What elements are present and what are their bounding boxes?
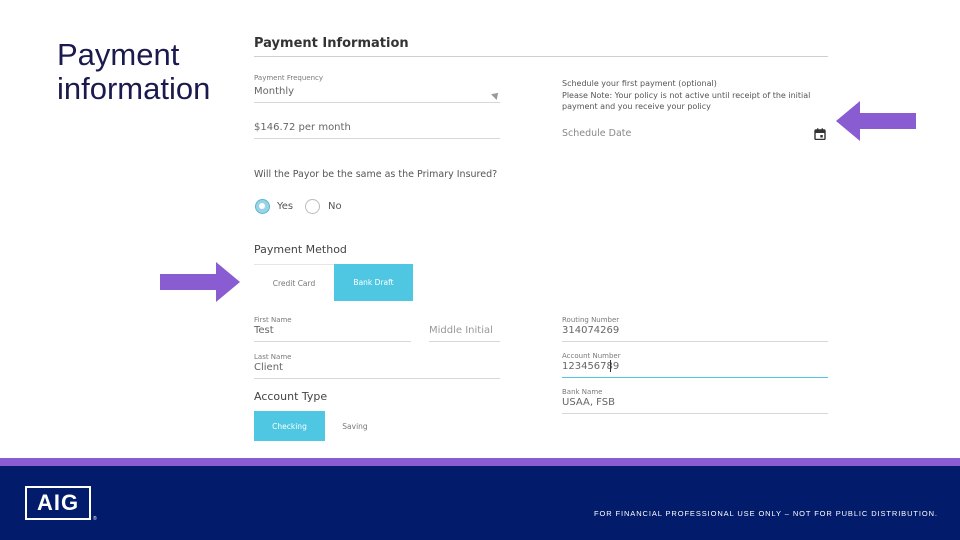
payment-method-heading: Payment Method xyxy=(254,243,347,256)
payment-form: Payment Information Payment Frequency Mo… xyxy=(254,30,828,450)
payor-yes-label: Yes xyxy=(277,201,294,212)
slide-title: Payment information xyxy=(57,37,211,106)
last-name-underline xyxy=(254,378,500,379)
payor-no-radio[interactable] xyxy=(305,199,320,214)
registered-mark: ® xyxy=(93,516,97,522)
routing-number-input[interactable]: 314074269 xyxy=(562,325,619,336)
payment-frequency-label: Payment Frequency xyxy=(254,74,324,82)
payment-frequency-select[interactable]: Monthly xyxy=(254,86,294,97)
account-number-underline xyxy=(562,377,828,378)
bank-name-underline xyxy=(562,413,828,414)
saving-tab[interactable]: Saving xyxy=(325,411,385,441)
payment-frequency-underline xyxy=(254,102,500,103)
credit-card-tab[interactable]: Credit Card xyxy=(254,264,334,301)
routing-number-underline xyxy=(562,341,828,342)
bank-name-input[interactable]: USAA, FSB xyxy=(562,397,615,408)
arrow-left-icon xyxy=(836,101,916,141)
footer-bar xyxy=(0,466,960,540)
first-name-input[interactable]: Test xyxy=(254,325,274,336)
premium-amount-underline xyxy=(254,138,500,139)
last-name-label: Last Name xyxy=(254,353,292,361)
bank-name-label: Bank Name xyxy=(562,388,603,396)
payor-yes-radio[interactable] xyxy=(255,199,270,214)
dropdown-caret-icon[interactable] xyxy=(491,90,501,100)
heading-divider xyxy=(254,56,828,57)
payor-no-label: No xyxy=(328,201,342,212)
middle-initial-input[interactable]: Middle Initial xyxy=(429,325,493,336)
first-name-underline xyxy=(254,341,411,342)
text-cursor xyxy=(610,360,611,372)
form-heading: Payment Information xyxy=(254,36,409,51)
first-name-label: First Name xyxy=(254,316,292,324)
last-name-input[interactable]: Client xyxy=(254,362,283,373)
routing-number-label: Routing Number xyxy=(562,316,620,324)
premium-amount-field: $146.72 per month xyxy=(254,122,351,133)
footer-disclaimer: FOR FINANCIAL PROFESSIONAL USE ONLY – NO… xyxy=(594,509,938,518)
aig-logo: AIG xyxy=(25,486,91,520)
account-number-label: Account Number xyxy=(562,352,621,360)
calendar-icon[interactable] xyxy=(814,128,826,140)
schedule-payment-note: Schedule your first payment (optional) P… xyxy=(562,79,811,111)
arrow-right-icon xyxy=(160,262,240,302)
middle-initial-underline xyxy=(429,341,500,342)
bank-draft-tab[interactable]: Bank Draft xyxy=(334,264,413,301)
schedule-date-input[interactable]: Schedule Date xyxy=(562,128,631,139)
payor-question: Will the Payor be the same as the Primar… xyxy=(254,169,498,180)
checking-tab[interactable]: Checking xyxy=(254,411,325,441)
account-type-heading: Account Type xyxy=(254,390,328,403)
footer-accent-band xyxy=(0,458,960,466)
